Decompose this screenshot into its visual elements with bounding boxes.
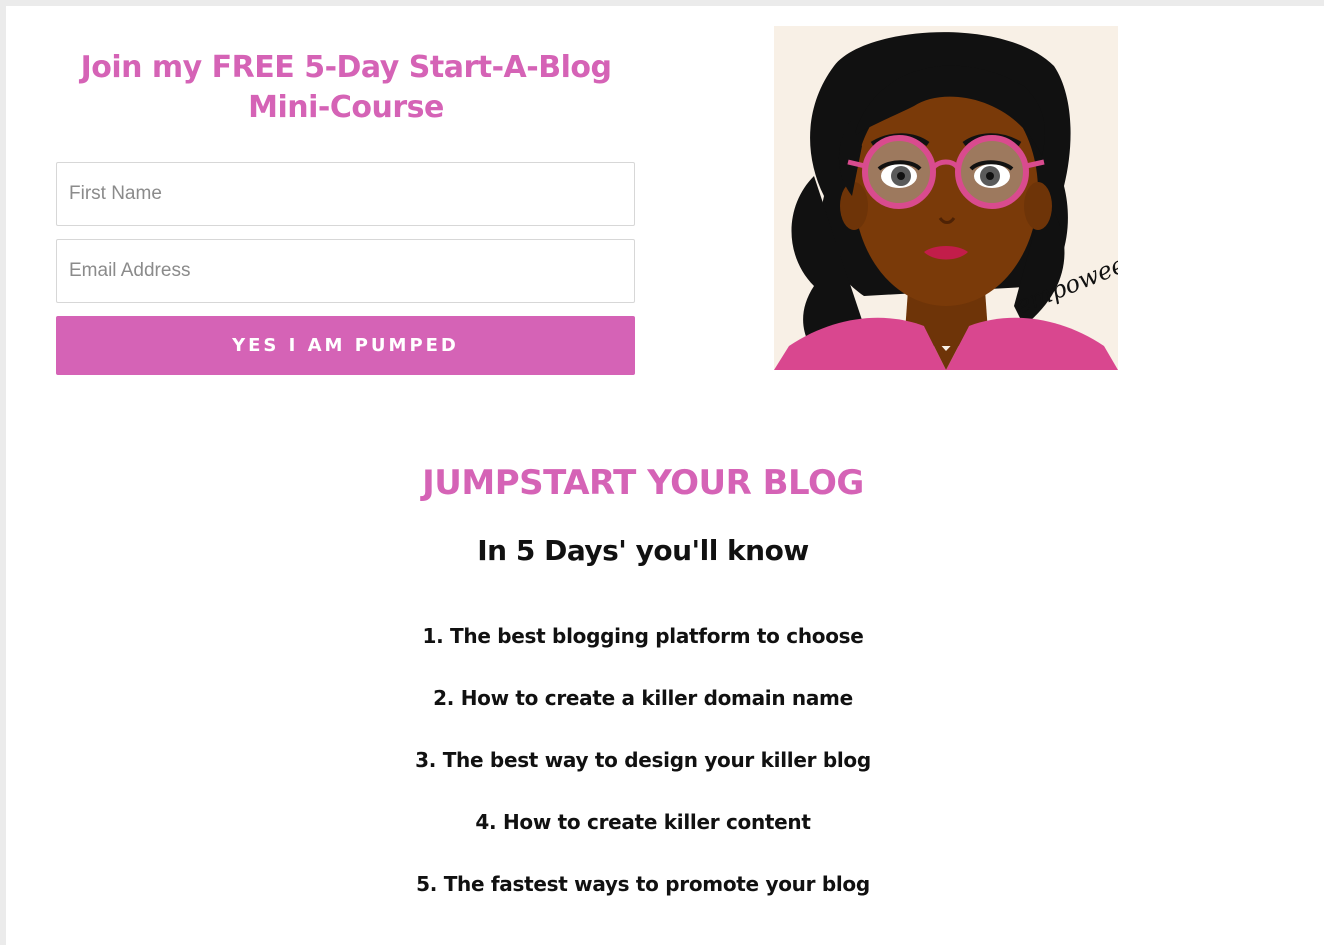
avatar: empowee [774, 26, 1118, 370]
signup-form: Join my FREE 5-Day Start-A-Blog Mini-Cou… [56, 48, 636, 375]
signup-title: Join my FREE 5-Day Start-A-Blog Mini-Cou… [80, 50, 612, 125]
course-content: JUMPSTART YOUR BLOG In 5 Days' you'll kn… [6, 461, 1280, 931]
submit-button[interactable]: YES I AM PUMPED [56, 316, 635, 375]
list-item: 2. How to create a killer domain name [433, 686, 853, 710]
first-name-input[interactable] [56, 162, 635, 226]
list-item: 5. The fastest ways to promote your blog [416, 872, 870, 896]
list-item: 1. The best blogging platform to choose [422, 624, 864, 648]
page: Join my FREE 5-Day Start-A-Blog Mini-Cou… [6, 6, 1324, 945]
benefits-list: 1. The best blogging platform to choose … [6, 621, 1280, 931]
section-heading: JUMPSTART YOUR BLOG [422, 463, 864, 503]
email-input[interactable] [56, 239, 635, 303]
list-item: 3. The best way to design your killer bl… [415, 748, 871, 772]
woman-with-pink-glasses-icon: empowee [774, 26, 1118, 370]
section-subheading: In 5 Days' you'll know [477, 534, 809, 567]
list-item: 4. How to create killer content [475, 810, 811, 834]
